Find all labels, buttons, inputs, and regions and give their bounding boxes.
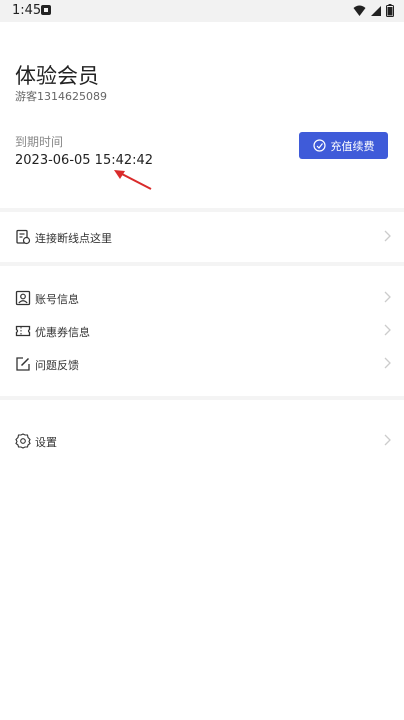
menu-item-label: 账号信息	[35, 293, 79, 306]
recharge-icon	[312, 139, 326, 152]
status-bar: 1:45	[0, 0, 404, 22]
section-divider	[0, 262, 404, 266]
chevron-right-icon	[384, 324, 391, 336]
menu-item-feedback[interactable]: 问题反馈	[0, 351, 404, 377]
status-icons	[353, 4, 394, 17]
ticket-icon	[15, 325, 31, 337]
chevron-right-icon	[384, 357, 391, 369]
expire-label: 到期时间	[15, 135, 64, 149]
status-time: 1:45	[12, 3, 42, 18]
profile-card-icon	[15, 290, 31, 306]
chevron-right-icon	[384, 230, 391, 242]
notification-icon	[41, 5, 51, 15]
chevron-right-icon	[384, 291, 391, 303]
menu-item-settings[interactable]: 设置	[0, 428, 404, 454]
wifi-icon	[353, 5, 366, 16]
menu-item-label: 设置	[35, 436, 57, 449]
chevron-right-icon	[384, 434, 391, 446]
edit-icon	[16, 357, 30, 371]
gear-icon	[15, 433, 31, 449]
menu-item-account[interactable]: 账号信息	[0, 285, 404, 311]
guest-id: 游客1314625089	[15, 90, 107, 103]
membership-title: 体验会员	[15, 64, 99, 88]
menu-item-coupon[interactable]: 优惠券信息	[0, 318, 404, 344]
recharge-label: 充值续费	[330, 139, 375, 153]
expire-value: 2023-06-05 15:42:42	[15, 153, 154, 168]
menu-item-label: 问题反馈	[35, 359, 79, 372]
menu-item-reconnect[interactable]: 连接断线点这里	[0, 224, 404, 250]
battery-icon	[386, 4, 394, 17]
document-settings-icon	[16, 229, 31, 245]
menu-item-label: 优惠券信息	[35, 326, 90, 339]
section-divider	[0, 396, 404, 400]
menu-item-label: 连接断线点这里	[35, 232, 112, 245]
signal-icon	[371, 5, 381, 16]
annotation-arrow-icon	[114, 170, 152, 190]
recharge-button[interactable]: 充值续费	[299, 132, 388, 159]
section-divider	[0, 208, 404, 212]
